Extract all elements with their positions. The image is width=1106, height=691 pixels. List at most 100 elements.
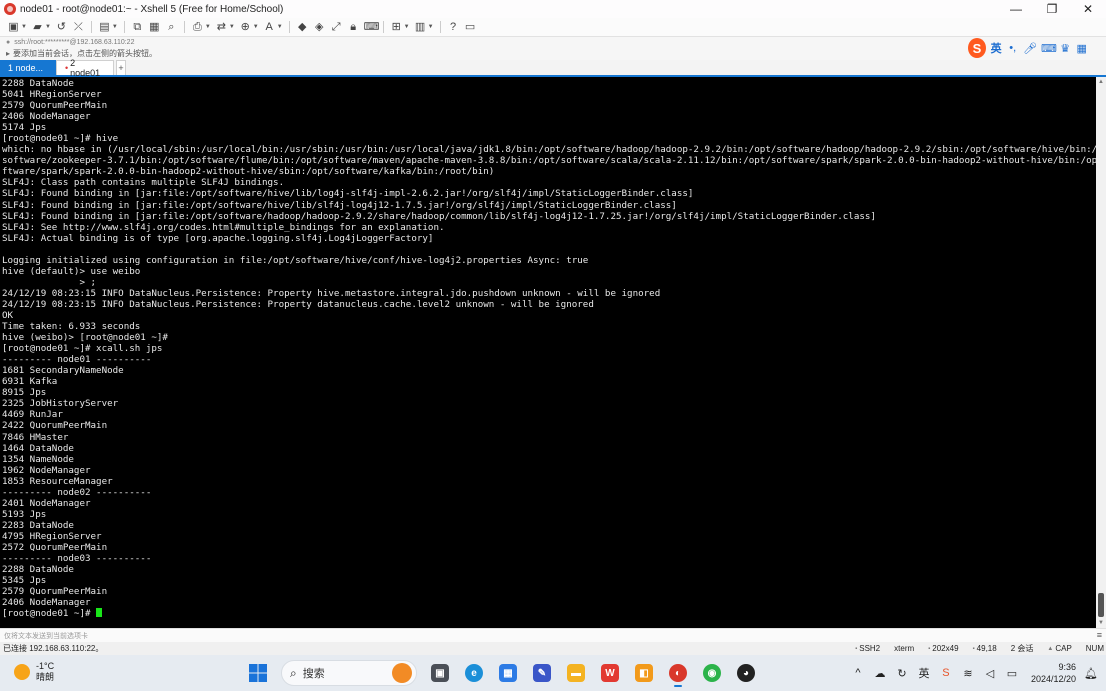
fullscreen-icon: ⤢	[331, 21, 341, 33]
scroll-up-icon[interactable]: ▲	[1096, 77, 1106, 87]
disconnect-button[interactable]: ⤫	[71, 20, 86, 34]
sync-icon[interactable]: ↻	[895, 667, 909, 680]
skin-icon[interactable]: ♛	[1059, 42, 1072, 55]
sogou-tray-icon[interactable]: S	[939, 667, 953, 679]
open-folder-icon: ▰	[33, 21, 42, 33]
task-view-button[interactable]: ▣	[425, 659, 455, 687]
terminal-line: 7846 HMaster	[2, 431, 69, 443]
terminal-line: 2406 NodeManager	[2, 597, 91, 609]
transfer-button[interactable]: ⇄ ▼	[214, 20, 236, 34]
copy-button[interactable]: ⧉	[130, 20, 145, 34]
disconnect-icon: ⤫	[74, 21, 83, 33]
address-text: ssh://root:*********@192.168.63.110:22	[14, 38, 135, 46]
file-explorer-button[interactable]: ▬	[561, 659, 591, 687]
terminal-line: hive (weibo)> [root@node01 ~]#	[2, 332, 168, 344]
sogou-logo-icon[interactable]: S	[968, 38, 986, 58]
toolbox-icon[interactable]: ▦	[1075, 42, 1088, 55]
microphone-icon[interactable]: 🎤︎	[1023, 42, 1037, 55]
tray-overflow-chevron-icon[interactable]: ^	[851, 667, 865, 679]
terminal-line: OK	[2, 309, 14, 321]
terminal-line: 5174 Jps	[2, 122, 47, 134]
session-tabs: 1 node... • 2 node01 +	[0, 58, 1106, 78]
wifi-icon[interactable]: ≋	[961, 667, 975, 680]
paste-button[interactable]: ▦	[147, 20, 162, 34]
maximize-button[interactable]: ❐	[1034, 0, 1070, 18]
start-button[interactable]	[243, 659, 273, 687]
tab-label: 2 node01	[70, 58, 101, 78]
tab-node01-1[interactable]: 1 node...	[0, 60, 56, 75]
terminal-line: 8915 Jps	[2, 387, 47, 399]
connection-status: 已连接 192.168.63.110:22。	[3, 644, 104, 653]
scroll-down-icon[interactable]: ▼	[1096, 618, 1106, 628]
new-session-button[interactable]: ▣ ▼	[6, 20, 28, 34]
tray-language[interactable]: 英	[917, 665, 931, 681]
compose-menu-icon[interactable]: ≡	[1097, 630, 1102, 640]
xshell-icon: ◐	[669, 664, 687, 682]
open-button[interactable]: ▰ ▼	[30, 20, 52, 34]
terminal-line: SLF4J: Actual binding is of type [org.ap…	[2, 232, 434, 244]
xshell-taskbar-button[interactable]: ◐	[663, 659, 693, 687]
font-button[interactable]: A ▼	[262, 20, 284, 34]
cursor-position-status: ▪ 49,18	[972, 644, 997, 653]
store-button[interactable]: ▦	[493, 659, 523, 687]
properties-button[interactable]: ▤ ▼	[97, 20, 119, 34]
new-session-icon: ▣	[8, 21, 19, 33]
wechat-button[interactable]: ◉	[697, 659, 727, 687]
terminal-line: which: no hbase in (/usr/local/sbin:/usr…	[2, 144, 1096, 156]
terminal-line: 1354 NameNode	[2, 453, 74, 465]
xmanager-button[interactable]: ◈	[312, 20, 327, 34]
keyboard-button[interactable]: ⌨	[363, 20, 380, 34]
wps-button[interactable]: W	[595, 659, 625, 687]
reconnect-icon: ↺	[56, 21, 67, 33]
clock[interactable]: 9:36 2024/12/20	[1031, 661, 1076, 685]
toolbar-separator	[123, 21, 125, 33]
cursor-icon: ▪	[972, 645, 975, 652]
punctuation-icon[interactable]: •,	[1006, 42, 1019, 54]
print-button[interactable]: ⎙ ▼	[190, 20, 212, 34]
search-icon: ⌕	[290, 665, 297, 680]
tab-node01-2[interactable]: • 2 node01	[56, 58, 114, 78]
add-tab-button[interactable]: +	[116, 60, 126, 75]
add-button[interactable]: ⊞ ▼	[389, 20, 411, 34]
help-button[interactable]: ?	[446, 20, 461, 34]
minimize-button[interactable]: —	[998, 0, 1034, 18]
terminal-line: 4469 RunJar	[2, 409, 63, 421]
ime-language[interactable]: 英	[990, 40, 1003, 56]
close-button[interactable]: ✕	[1070, 0, 1106, 18]
status-bar: 已连接 192.168.63.110:22。 ▪ SSH2 xterm ▪ 202x…	[0, 642, 1106, 655]
fullscreen-button[interactable]: ⤢	[329, 20, 344, 34]
tab-label: 1 node...	[8, 62, 44, 73]
title-bar: node01 - root@node01:~ - Xshell 5 (Free …	[0, 0, 1106, 18]
edge-button[interactable]: e	[459, 659, 489, 687]
reconnect-button[interactable]: ↺	[54, 20, 69, 34]
onedrive-cloud-icon[interactable]: ☁	[873, 667, 887, 680]
terminal-output[interactable]: 2288 DataNode 5041 HRegionServer 2579 Quor…	[0, 77, 1096, 628]
scrollbar-thumb[interactable]	[1098, 593, 1104, 617]
weather-widget[interactable]: -1°C 晴朗	[14, 661, 54, 683]
address-bar[interactable]: ● ssh://root:*********@192.168.63.110:22	[0, 36, 1106, 47]
whiteboard-button[interactable]: ✎	[527, 659, 557, 687]
volume-muted-icon[interactable]: ◁	[983, 667, 997, 680]
battery-icon[interactable]: ▭	[1005, 667, 1019, 680]
layout-button[interactable]: ▥ ▼	[413, 20, 435, 34]
notification-bell-icon[interactable]: 🔔︎	[1084, 667, 1098, 680]
terminal-scrollbar[interactable]: ▲ ▼	[1096, 77, 1106, 628]
terminal-line: 1853 ResourceManager	[2, 475, 113, 487]
xftp-button[interactable]: ◆	[295, 20, 310, 34]
search-highlight-icon	[392, 663, 412, 683]
find-button[interactable]: ⌕	[164, 20, 179, 34]
windows-logo-icon	[249, 664, 267, 682]
app-orange-button[interactable]: ◧	[629, 659, 659, 687]
keyboard-icon[interactable]: ⌨	[1041, 42, 1057, 55]
compose-placeholder[interactable]: 仅将文本发送到当前选项卡	[4, 631, 88, 641]
taskbar-search[interactable]: ⌕ 搜索	[281, 660, 417, 686]
session-arrow-icon[interactable]: ▸	[6, 49, 10, 58]
compose-bar[interactable]: 仅将文本发送到当前选项卡 ≡	[0, 628, 1106, 642]
globe-button[interactable]: ⊕ ▼	[238, 20, 260, 34]
edge-icon: e	[465, 664, 483, 682]
chat-button[interactable]: ▭	[463, 20, 478, 34]
wechat-icon: ◉	[703, 664, 721, 682]
lock-button[interactable]: 🔒︎	[346, 20, 361, 34]
qq-button[interactable]: ◕	[731, 659, 761, 687]
